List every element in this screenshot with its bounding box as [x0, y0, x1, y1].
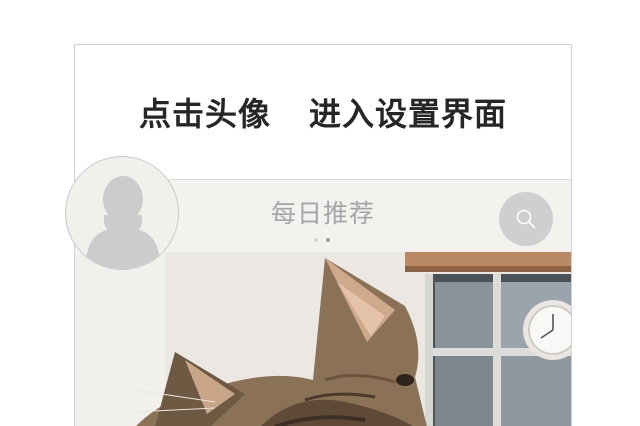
- search-button[interactable]: [499, 192, 553, 246]
- page-dot-2-active[interactable]: [326, 238, 330, 242]
- page-dot-1[interactable]: [314, 238, 318, 242]
- hint-text-tap-avatar: 点击头像: [138, 95, 271, 133]
- cat-photo-image: [75, 252, 571, 426]
- hint-banner: 点击头像 进入设置界面: [75, 45, 571, 179]
- person-silhouette-icon: [86, 176, 160, 269]
- search-icon: [516, 209, 536, 229]
- featured-photo[interactable]: [75, 252, 571, 426]
- hint-text-enter-settings: 进入设置界面: [309, 95, 508, 133]
- page-indicator: [314, 238, 330, 242]
- avatar-button[interactable]: [65, 156, 179, 270]
